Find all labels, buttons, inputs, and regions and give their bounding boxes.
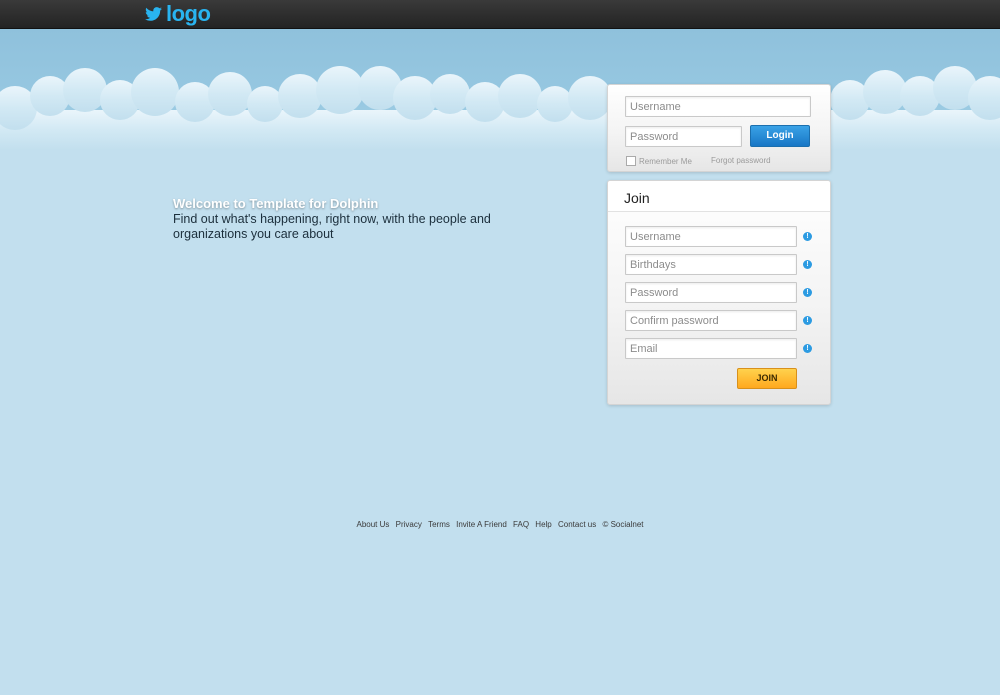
- footer-link-help[interactable]: Help: [535, 520, 551, 529]
- logo-text: logo: [166, 1, 211, 26]
- bird-icon: [145, 7, 162, 21]
- top-bar: logo: [0, 0, 1000, 29]
- info-icon[interactable]: !: [803, 316, 812, 325]
- remember-me-checkbox[interactable]: [626, 156, 636, 166]
- info-icon[interactable]: !: [803, 344, 812, 353]
- footer-link-invite[interactable]: Invite A Friend: [456, 520, 507, 529]
- logo[interactable]: logo: [145, 1, 211, 26]
- remember-me[interactable]: Remember Me: [626, 156, 692, 166]
- login-password-input[interactable]: [625, 126, 742, 147]
- welcome-section: Welcome to Template for Dolphin Find out…: [173, 196, 503, 242]
- footer-link-faq[interactable]: FAQ: [513, 520, 529, 529]
- footer-link-contact[interactable]: Contact us: [558, 520, 596, 529]
- login-panel: Login Remember Me Forgot password: [607, 84, 831, 172]
- join-birthday-input[interactable]: [625, 254, 797, 275]
- join-panel: Join ! ! ! ! ! JOIN: [607, 180, 831, 405]
- footer-copyright: © Socialnet: [602, 520, 644, 529]
- join-password-input[interactable]: [625, 282, 797, 303]
- forgot-password-link[interactable]: Forgot password: [711, 156, 771, 165]
- welcome-subtitle: Find out what's happening, right now, wi…: [173, 212, 491, 241]
- footer-link-terms[interactable]: Terms: [428, 520, 450, 529]
- join-title: Join: [624, 190, 650, 206]
- login-username-input[interactable]: [625, 96, 811, 117]
- info-icon[interactable]: !: [803, 260, 812, 269]
- footer-link-privacy[interactable]: Privacy: [396, 520, 422, 529]
- footer: About Us Privacy Terms Invite A Friend F…: [0, 520, 1000, 529]
- login-button[interactable]: Login: [750, 125, 810, 147]
- remember-me-label: Remember Me: [639, 156, 692, 166]
- welcome-title: Welcome to Template for Dolphin: [173, 196, 379, 211]
- join-confirm-password-input[interactable]: [625, 310, 797, 331]
- info-icon[interactable]: !: [803, 232, 812, 241]
- footer-link-about[interactable]: About Us: [356, 520, 389, 529]
- join-header: Join: [608, 181, 830, 212]
- clouds-decoration: [0, 66, 1000, 150]
- info-icon[interactable]: !: [803, 288, 812, 297]
- join-username-input[interactable]: [625, 226, 797, 247]
- join-email-input[interactable]: [625, 338, 797, 359]
- join-button[interactable]: JOIN: [737, 368, 797, 389]
